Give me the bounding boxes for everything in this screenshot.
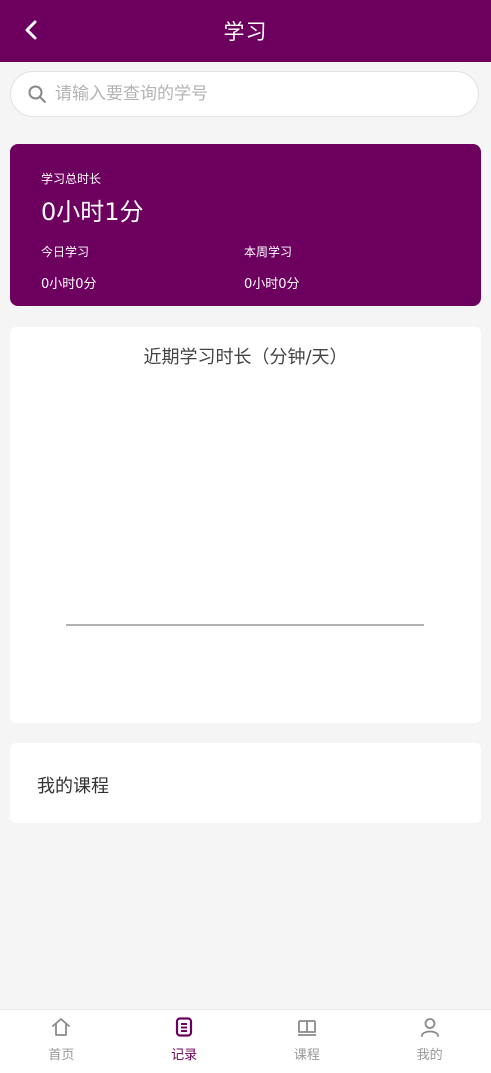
tab-courses-label: 课程 — [293, 1048, 320, 1063]
tab-home[interactable]: 首页 — [0, 1010, 123, 1073]
tab-courses[interactable]: 课程 — [246, 1010, 369, 1073]
record-icon — [176, 1017, 193, 1037]
header-bar: 学习 — [0, 0, 491, 62]
tab-home-label: 首页 — [48, 1048, 75, 1063]
week-duration-label: 本周学习 — [244, 245, 293, 259]
chevron-left-icon[interactable] — [20, 18, 44, 42]
tab-record-label: 记录 — [171, 1048, 198, 1063]
bottom-tab-bar: 首页 记录 课程 我的 — [0, 1009, 491, 1073]
today-duration-value: 0小时0分 — [41, 277, 97, 292]
today-duration-label: 今日学习 — [41, 245, 90, 259]
home-icon — [52, 1018, 71, 1036]
search-icon — [28, 85, 46, 103]
page-title: 学习 — [223, 20, 268, 44]
recent-study-chart-card: 近期学习时长（分钟/天） — [10, 327, 481, 723]
my-courses-card[interactable]: 我的课程 — [10, 743, 481, 823]
chart-canvas — [66, 624, 424, 626]
tab-record[interactable]: 记录 — [123, 1010, 246, 1073]
my-courses-label: 我的课程 — [37, 776, 109, 797]
total-duration-label: 学习总时长 — [41, 172, 102, 186]
tab-mine[interactable]: 我的 — [368, 1010, 491, 1073]
study-stats-card: 学习总时长 0小时1分 今日学习 0小时0分 本周学习 0小时0分 — [10, 144, 481, 306]
search-input[interactable] — [53, 83, 457, 105]
book-icon — [297, 1020, 316, 1036]
user-icon — [420, 1018, 439, 1037]
search-bar[interactable] — [10, 71, 479, 117]
week-duration-value: 0小时0分 — [244, 277, 300, 292]
tab-mine-label: 我的 — [416, 1048, 443, 1063]
total-duration-value: 0小时1分 — [41, 198, 144, 226]
